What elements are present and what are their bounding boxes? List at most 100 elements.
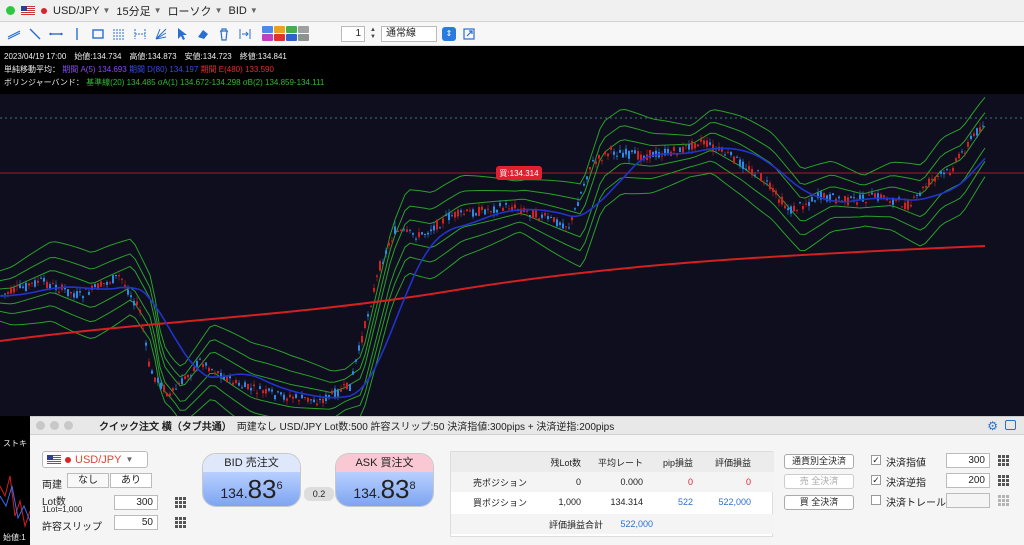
lot-input[interactable]: 300: [114, 495, 158, 510]
candle-body: [154, 377, 156, 382]
color-swatch[interactable]: [298, 34, 309, 41]
candle-body: [772, 188, 774, 192]
symbol-selector[interactable]: USD/JPY ▼: [53, 5, 110, 17]
diagonal-line-icon[interactable]: [27, 26, 43, 42]
color-swatch[interactable]: [286, 34, 297, 41]
stop-checkbox[interactable]: ✓: [871, 475, 881, 485]
color-swatch[interactable]: [262, 26, 273, 33]
table-header: 残Lot数 平均レート pip損益 評価損益: [451, 452, 774, 472]
color-swatch[interactable]: [262, 34, 273, 41]
candle-body: [427, 232, 429, 235]
price-side-selector[interactable]: BID ▼: [228, 5, 257, 17]
color-swatch[interactable]: [274, 26, 285, 33]
candle-body: [778, 199, 780, 203]
candle-body: [226, 376, 228, 382]
candle-body: [424, 234, 426, 236]
dropdown-icon[interactable]: ⇕: [441, 26, 456, 41]
candle-body: [34, 280, 36, 287]
keypad-icon[interactable]: [998, 495, 1009, 506]
channel-icon[interactable]: [132, 26, 148, 42]
line-width-input[interactable]: 1: [341, 25, 365, 42]
symbol-label: USD/JPY: [53, 4, 100, 17]
candle-body: [208, 367, 210, 372]
window-zoom-icon[interactable]: [64, 421, 73, 430]
keypad-icon[interactable]: [998, 455, 1009, 466]
window-close-icon[interactable]: [36, 421, 45, 430]
color-swatch[interactable]: [298, 26, 309, 33]
sell-close-all-button[interactable]: 売 全決済: [784, 474, 854, 489]
candle-body: [544, 213, 546, 216]
horizontal-line-icon[interactable]: [48, 26, 64, 42]
candle-body: [475, 213, 477, 216]
popout-icon[interactable]: [461, 26, 477, 42]
window-minimize-icon[interactable]: [50, 421, 59, 430]
price-chart[interactable]: 2023/04/19 17:00 始値:134.734 高値:134.873 安…: [0, 46, 1024, 416]
candle-body: [397, 231, 399, 233]
buy-close-all-button[interactable]: 買 全決済: [784, 495, 854, 510]
candle-body: [394, 226, 396, 234]
candle-body: [865, 201, 867, 204]
line-style-select[interactable]: 通常線: [380, 25, 437, 42]
cursor-icon[interactable]: [174, 26, 190, 42]
trail-checkbox[interactable]: [871, 495, 881, 505]
stop-input[interactable]: 200: [946, 473, 990, 488]
candle-body: [433, 225, 435, 231]
limit-checkbox[interactable]: ✓: [871, 455, 881, 465]
fan-icon[interactable]: [153, 26, 169, 42]
rectangle-icon[interactable]: [90, 26, 106, 42]
eraser-icon[interactable]: [195, 26, 211, 42]
trail-input[interactable]: [946, 493, 990, 508]
candle-body: [838, 196, 840, 199]
hedge-on-button[interactable]: あり: [110, 473, 152, 488]
candle-body: [604, 152, 606, 155]
candle-body: [355, 359, 357, 362]
position-table: 残Lot数 平均レート pip損益 評価損益 売ポジション 0 0.000 0 …: [450, 451, 774, 537]
candle-body: [796, 209, 798, 211]
settings-gear-icon[interactable]: ⚙: [987, 419, 998, 433]
limit-input[interactable]: 300: [946, 453, 990, 468]
chart-type-label: ローソク: [167, 5, 212, 18]
trash-icon[interactable]: [216, 26, 232, 42]
candle-body: [532, 210, 534, 219]
bollinger-band-line: [0, 96, 986, 372]
expand-icon[interactable]: [237, 26, 253, 42]
candle-body: [490, 211, 492, 213]
candle-body: [628, 151, 630, 159]
window-control-icon[interactable]: [6, 6, 15, 15]
window-toggle-icon[interactable]: [1005, 420, 1016, 430]
candle-body: [862, 194, 864, 202]
hedge-off-button[interactable]: なし: [67, 473, 109, 488]
close-all-pair-button[interactable]: 通貨別全決済: [784, 454, 854, 469]
trend-line-icon[interactable]: [6, 26, 22, 42]
candle-body: [973, 133, 975, 136]
candle-body: [418, 232, 420, 238]
color-palette[interactable]: [262, 26, 309, 41]
candle-body: [187, 374, 189, 378]
pair-selector[interactable]: USD/JPY ▼: [42, 451, 148, 468]
candle-body: [454, 211, 456, 218]
bid-sell-button[interactable]: BID 売注文 134. 83 6: [202, 453, 301, 507]
color-swatch[interactable]: [274, 34, 285, 41]
lot-note: 1Lot=1,000: [42, 505, 83, 514]
keypad-icon[interactable]: [998, 475, 1009, 486]
timeframe-selector[interactable]: 15分足 ▼: [116, 3, 161, 19]
chart-canvas[interactable]: 買:134.314: [0, 96, 1024, 416]
candle-body: [637, 151, 639, 160]
fibonacci-icon[interactable]: [111, 26, 127, 42]
ask-buy-button[interactable]: ASK 買注文 134. 83 8: [335, 453, 434, 507]
candle-body: [679, 147, 681, 152]
candle-body: [280, 392, 282, 395]
stepper-icon[interactable]: ▲ ▼: [370, 27, 376, 41]
candle-body: [607, 153, 609, 157]
candle-body: [364, 321, 366, 329]
vertical-line-icon[interactable]: [69, 26, 85, 42]
candle-body: [850, 196, 852, 198]
candle-body: [100, 281, 102, 287]
keypad-icon[interactable]: [175, 517, 186, 528]
candle-body: [457, 209, 459, 217]
chart-type-selector[interactable]: ローソク ▼: [168, 3, 223, 19]
candle-body: [673, 146, 675, 151]
slip-input[interactable]: 50: [114, 515, 158, 530]
keypad-icon[interactable]: [175, 497, 186, 508]
color-swatch[interactable]: [286, 26, 297, 33]
